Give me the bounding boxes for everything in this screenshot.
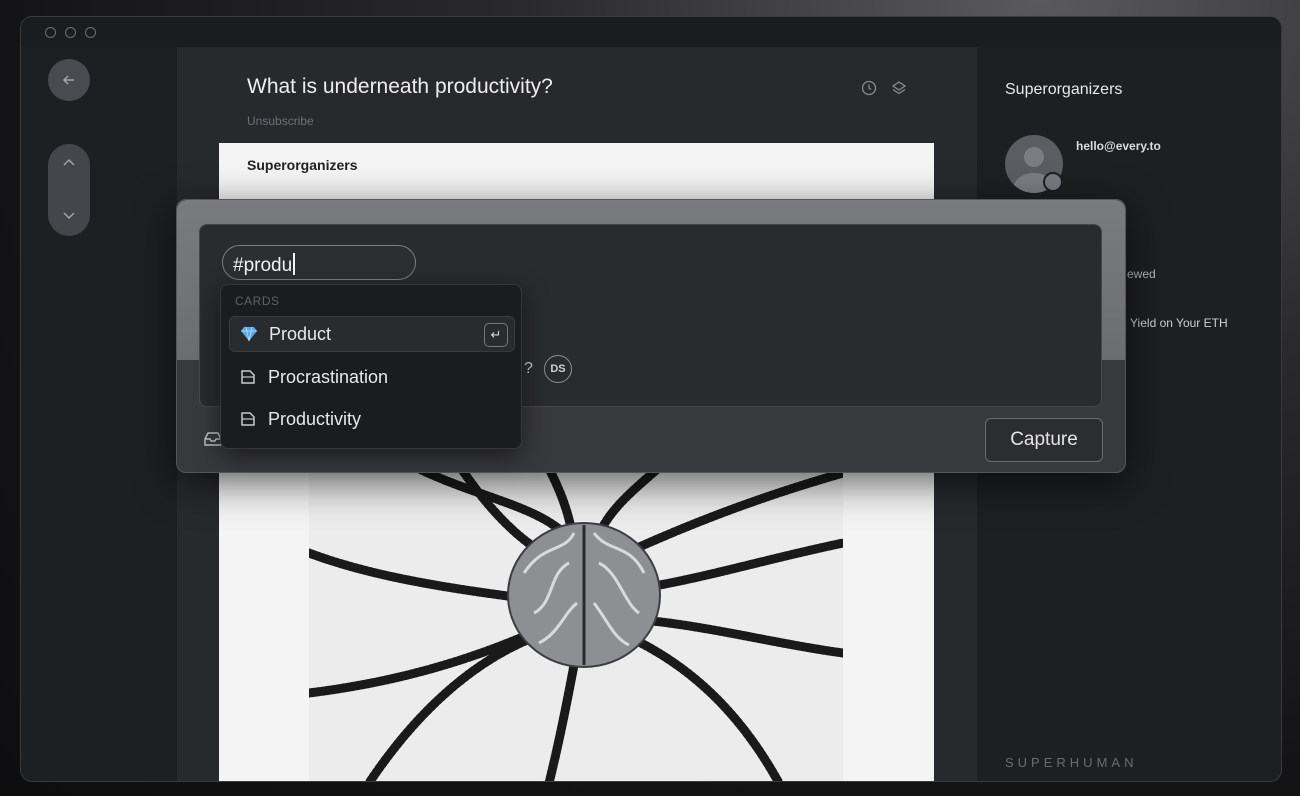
layers-icon[interactable]: [891, 80, 907, 96]
brand-logo: SUPERHUMAN: [1005, 755, 1138, 770]
arrow-left-icon: [62, 75, 74, 85]
clock-icon[interactable]: [861, 80, 877, 96]
sender-email[interactable]: hello@every.to: [1076, 139, 1161, 153]
message-nav: [48, 144, 90, 236]
dropdown-section-label: CARDS: [235, 294, 280, 308]
text-caret: [293, 253, 296, 275]
capture-button[interactable]: Capture: [985, 418, 1103, 462]
suggestion-label: Productivity: [268, 408, 362, 429]
left-nav: [21, 47, 177, 781]
layers-badge-icon: [1043, 172, 1063, 192]
close-window-button[interactable]: [45, 27, 56, 38]
next-message-button[interactable]: [48, 208, 90, 224]
suggestion-label: Procrastination: [268, 366, 389, 387]
suggestion-item-productivity[interactable]: Productivity: [229, 401, 515, 437]
chevron-down-icon: [63, 212, 75, 220]
card-icon: [238, 409, 258, 429]
email-subject: What is underneath productivity?: [247, 75, 553, 98]
unsubscribe-link[interactable]: Unsubscribe: [247, 114, 314, 128]
tag-input-value: #produ: [233, 255, 293, 276]
recent-email-subject[interactable]: Yield on Your ETH: [1130, 316, 1228, 330]
previous-message-button[interactable]: [48, 154, 90, 170]
minimize-window-button[interactable]: [65, 27, 76, 38]
email-sender-header: Superorganizers: [247, 157, 358, 173]
sender-name: Superorganizers: [1005, 81, 1123, 98]
suggestion-item-product[interactable]: Product ↵: [229, 316, 515, 352]
user-avatar-initials[interactable]: DS: [544, 355, 572, 383]
sidebar-text-fragment: ewed: [1127, 267, 1156, 281]
title-bar: [21, 17, 1281, 47]
chevron-up-icon: [63, 158, 75, 166]
card-icon: [238, 367, 258, 387]
back-button[interactable]: [48, 59, 90, 101]
tag-suggestions-dropdown: CARDS Product ↵ Procrastination Producti…: [220, 284, 522, 449]
suggestion-label: Product: [269, 323, 332, 344]
suggestion-item-procrastination[interactable]: Procrastination: [229, 359, 515, 395]
zoom-window-button[interactable]: [85, 27, 96, 38]
tag-input[interactable]: #produ: [222, 245, 416, 280]
question-mark-text: ?: [524, 360, 533, 377]
return-key-icon: ↵: [484, 323, 508, 347]
gem-icon: [239, 324, 259, 344]
